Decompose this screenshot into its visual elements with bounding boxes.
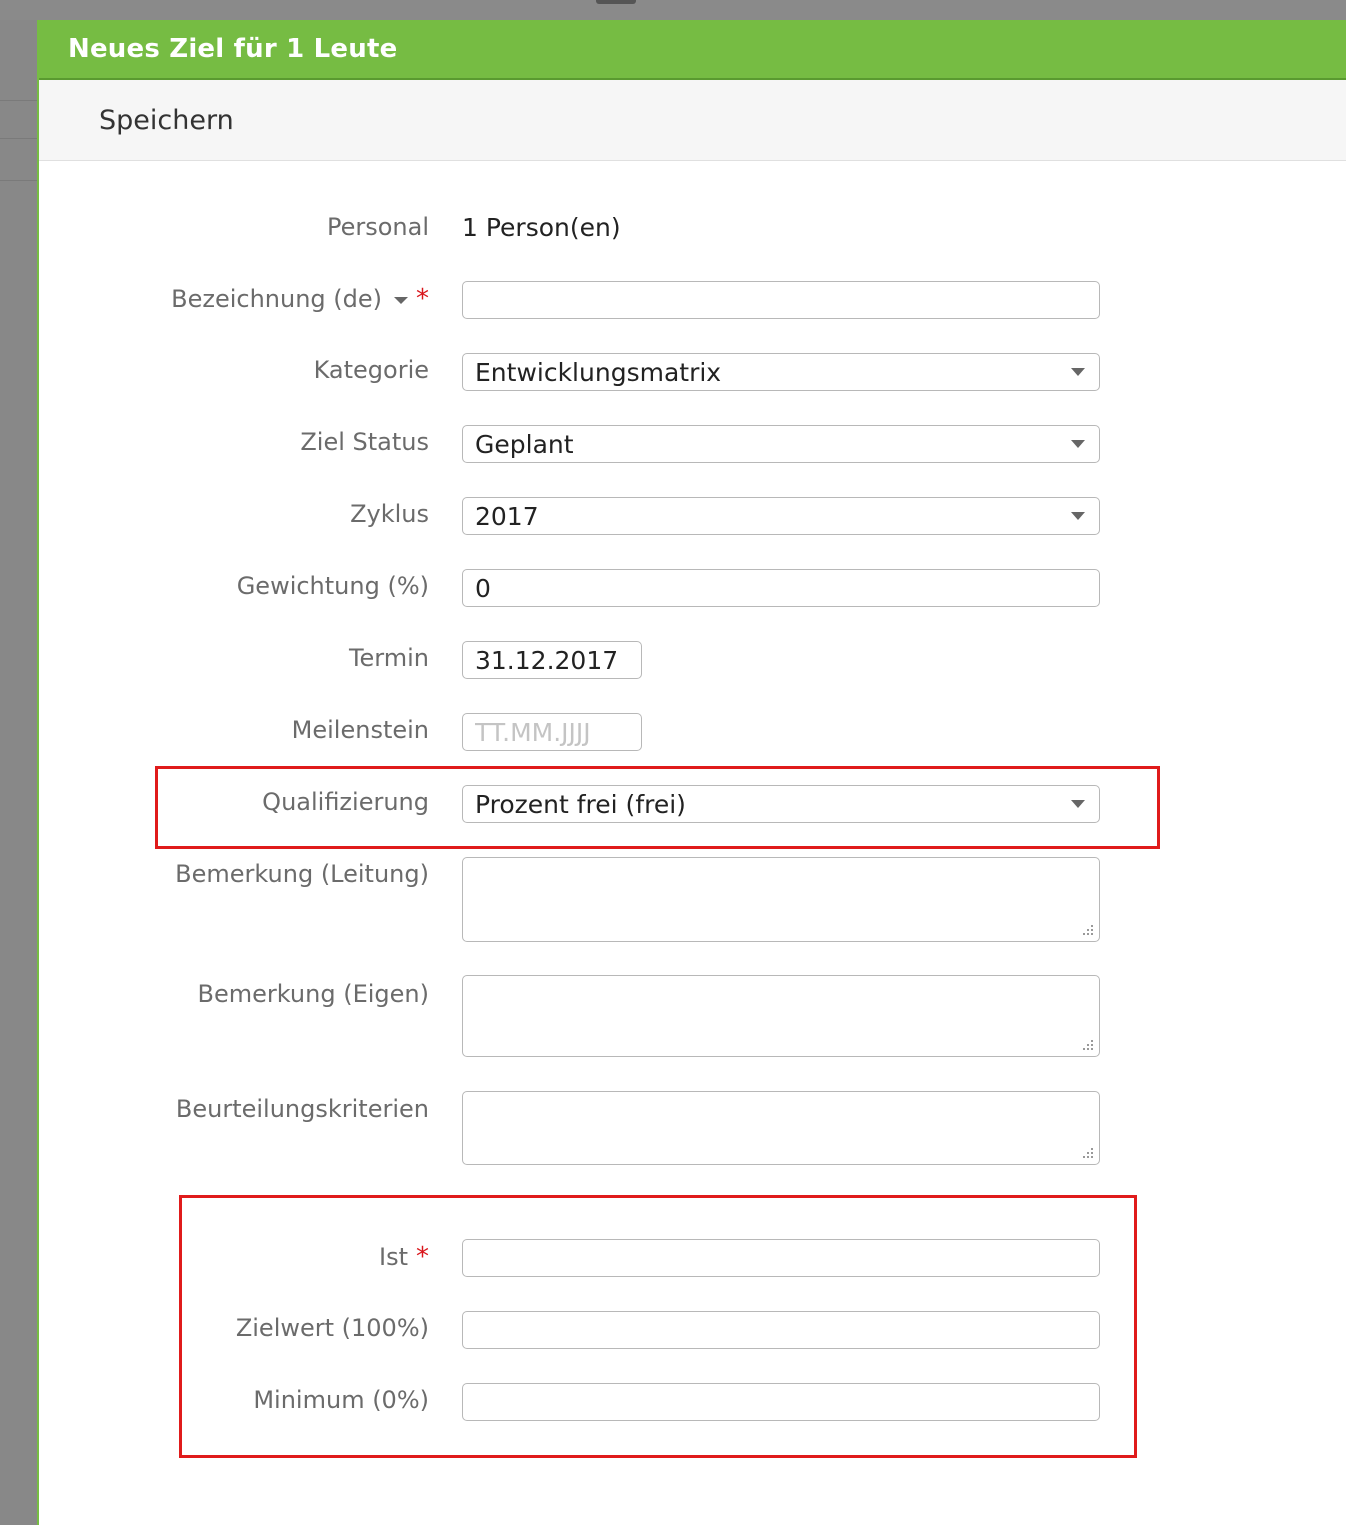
- highlight-box-value-fields: [179, 1195, 1137, 1458]
- bezeichnung-label: Bezeichnung (de): [171, 285, 382, 313]
- chevron-down-icon: [1071, 368, 1085, 376]
- bemerkung-leitung-textarea[interactable]: [462, 857, 1100, 942]
- meilenstein-placeholder: TT.MM.JJJJ: [475, 717, 591, 747]
- meilenstein-date-input[interactable]: TT.MM.JJJJ: [462, 713, 642, 751]
- kategorie-value: Entwicklungsmatrix: [475, 357, 722, 387]
- bezeichnung-input[interactable]: [462, 281, 1100, 319]
- kategorie-select[interactable]: Entwicklungsmatrix: [462, 353, 1100, 391]
- goal-form: Personal 1 Person(en) Bezeichnung (de) * …: [39, 20, 1346, 1525]
- bemerkung-leitung-label: Bemerkung (Leitung): [175, 860, 429, 888]
- background-tab-chip: [596, 0, 636, 4]
- ziel-status-label: Ziel Status: [300, 428, 429, 456]
- personal-value: 1 Person(en): [462, 213, 621, 242]
- new-goal-dialog: Neues Ziel für 1 Leute Speichern Persona…: [37, 20, 1346, 1525]
- background-divider: [0, 138, 37, 139]
- required-marker: *: [416, 284, 429, 314]
- ziel-status-value: Geplant: [475, 429, 574, 459]
- termin-value: 31.12.2017: [475, 645, 619, 675]
- zyklus-label: Zyklus: [350, 500, 429, 528]
- chevron-down-icon: [1071, 440, 1085, 448]
- zyklus-select[interactable]: 2017: [462, 497, 1100, 535]
- highlight-box-qualifizierung: [155, 766, 1160, 849]
- chevron-down-icon: [1071, 512, 1085, 520]
- bezeichnung-label-row: Bezeichnung (de) *: [39, 284, 429, 314]
- ziel-status-select[interactable]: Geplant: [462, 425, 1100, 463]
- resize-grip-icon[interactable]: [1079, 1036, 1095, 1052]
- kategorie-label: Kategorie: [313, 356, 429, 384]
- termin-date-input[interactable]: 31.12.2017: [462, 641, 642, 679]
- background-divider: [0, 180, 37, 181]
- language-dropdown-icon[interactable]: [394, 296, 408, 304]
- gewichtung-value: 0: [475, 573, 491, 603]
- gewichtung-input[interactable]: 0: [462, 569, 1100, 607]
- zyklus-value: 2017: [475, 501, 539, 531]
- bemerkung-eigen-label: Bemerkung (Eigen): [197, 980, 429, 1008]
- background-app-header: [0, 0, 1346, 20]
- termin-label: Termin: [348, 644, 429, 672]
- resize-grip-icon[interactable]: [1079, 1144, 1095, 1160]
- beurteilungskriterien-textarea[interactable]: [462, 1091, 1100, 1165]
- background-divider: [0, 100, 37, 101]
- beurteilungskriterien-label: Beurteilungskriterien: [175, 1095, 429, 1123]
- bemerkung-eigen-textarea[interactable]: [462, 975, 1100, 1057]
- meilenstein-label: Meilenstein: [291, 716, 429, 744]
- personal-label: Personal: [326, 213, 429, 241]
- gewichtung-label: Gewichtung (%): [236, 572, 429, 600]
- resize-grip-icon[interactable]: [1079, 921, 1095, 937]
